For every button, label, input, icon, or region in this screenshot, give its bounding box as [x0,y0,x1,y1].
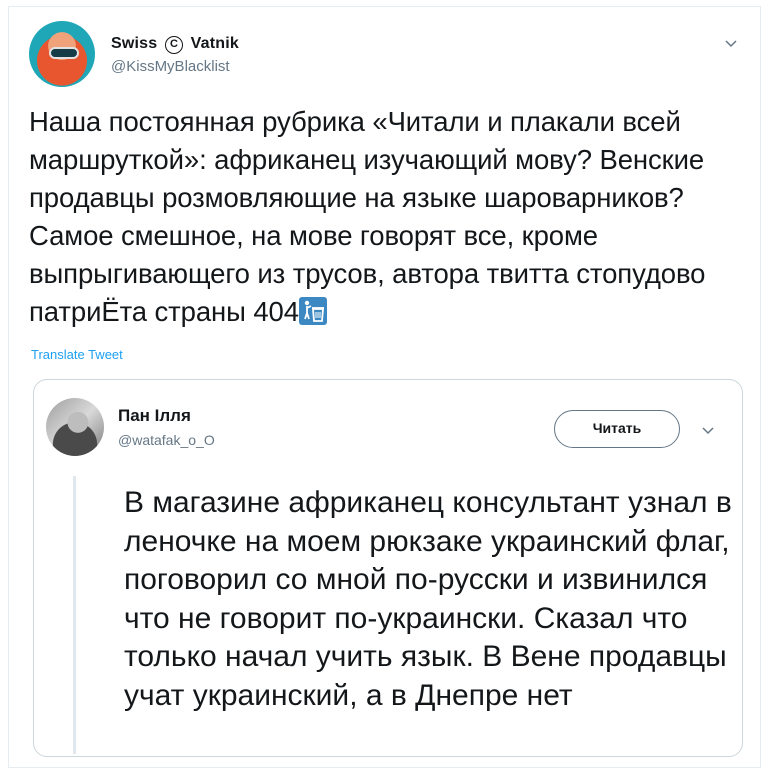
author-handle[interactable]: @KissMyBlacklist [111,58,239,75]
avatar-glasses-graphic [49,47,79,59]
quoted-author-name[interactable]: Пан Ілля [118,406,215,426]
quoted-author-handle[interactable]: @watafak_o_O [118,432,215,448]
wastebasket-person-icon [298,297,327,325]
translate-tweet-link[interactable]: Translate Tweet [31,347,123,362]
chevron-down-icon[interactable] [725,37,737,49]
quoted-tweet[interactable]: Пан Ілля @watafak_o_O Читать В магазине … [33,379,743,757]
author-name-part1: Swiss [111,35,158,52]
thread-line [73,476,76,754]
tweet-card: Swiss C Vatnik @KissMyBlacklist Наша пос… [8,6,761,768]
author-avatar[interactable] [29,21,95,87]
quoted-tweet-text: В магазине африканец консультант узнал в… [124,486,732,712]
quoted-author-name-block[interactable]: Пан Ілля @watafak_o_O [118,406,215,448]
follow-button[interactable]: Читать [554,410,680,448]
quoted-author-avatar[interactable] [46,398,104,456]
author-display-name[interactable]: Swiss C Vatnik [111,35,239,54]
author-name-block[interactable]: Swiss C Vatnik @KissMyBlacklist [111,35,239,75]
tweet-body: Наша постоянная рубрика «Читали и плакал… [29,106,706,327]
author-name-part2: Vatnik [190,35,240,52]
chevron-down-icon[interactable] [702,424,714,436]
tweet-header: Swiss C Vatnik @KissMyBlacklist [29,21,741,93]
copyright-icon: C [165,36,184,54]
tweet-text: Наша постоянная рубрика «Читали и плакал… [29,103,751,331]
